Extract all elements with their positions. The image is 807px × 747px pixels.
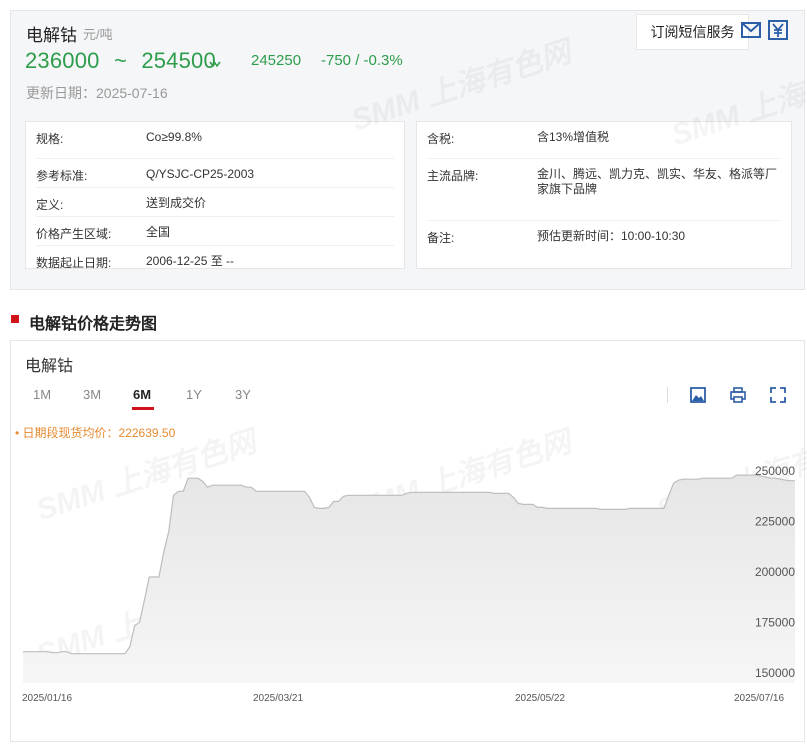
spec-row: 含税: 含13%增值税	[427, 130, 781, 159]
x-tick-label: 2025/05/22	[515, 693, 565, 704]
spec-value: Q/YSJC-CP25-2003	[146, 167, 255, 181]
product-title: 电解钴	[26, 26, 77, 45]
spec-row: 参考标准: Q/YSJC-CP25-2003	[36, 159, 394, 188]
spec-row: 定义: 送到成交价	[36, 188, 394, 217]
spec-row: 规格: Co≥99.8%	[36, 130, 394, 159]
x-tick-label: 2025/03/21	[253, 693, 303, 704]
spec-label: 价格产生区域:	[36, 227, 112, 241]
spec-label: 参考标准:	[36, 169, 88, 183]
section-marker	[11, 315, 19, 323]
spec-label: 规格:	[36, 132, 64, 146]
spec-label: 备注:	[427, 231, 455, 245]
price-area-fill	[23, 475, 795, 683]
y-tick-label: 200000	[755, 565, 795, 579]
spec-value: 全国	[146, 225, 171, 239]
price-high: 254500	[141, 48, 216, 73]
spec-table-right: 含税: 含13%增值税 主流品牌: 金川、腾远、凯力克、凯实、华友、格派等厂家旗…	[416, 121, 792, 269]
x-tick-label: 2025/01/16	[22, 693, 72, 704]
section-title: 电解钴价格走势图	[29, 316, 158, 333]
price-range: 236000 ~ 254500	[25, 48, 216, 74]
spec-value: 含13%增值税	[537, 130, 610, 144]
spec-label: 定义:	[36, 198, 64, 212]
price-separator: ~	[113, 48, 127, 73]
spec-value: 预估更新时间：10:00-10:30	[537, 229, 686, 243]
spec-label: 含税:	[427, 132, 455, 146]
spec-label: 数据起止日期:	[36, 256, 112, 270]
yuan-price-icon[interactable]	[767, 19, 789, 41]
spec-value: 金川、腾远、凯力克、凯实、华友、格派等厂家旗下品牌	[537, 167, 778, 196]
price-unit: 元/吨	[83, 27, 113, 42]
spec-label: 主流品牌:	[427, 169, 479, 183]
y-tick-label: 150000	[755, 666, 795, 680]
y-tick-label: 175000	[755, 615, 795, 629]
average-price: 245250	[251, 52, 302, 69]
price-summary-card: 电解钴 元/吨 236000 ~ 254500 245250 -750 / -0…	[10, 10, 807, 290]
spec-table-left: 规格: Co≥99.8% 参考标准: Q/YSJC-CP25-2003 定义: …	[25, 121, 405, 270]
down-trend-icon	[209, 61, 221, 68]
subscribe-sms-button[interactable]: 订阅短信服务	[636, 14, 749, 50]
price-change: -750 / -0.3%	[321, 52, 403, 69]
y-tick-label: 225000	[755, 515, 795, 529]
x-tick-label: 2025/07/16	[734, 693, 784, 704]
spec-row: 主流品牌: 金川、腾远、凯力克、凯实、华友、格派等厂家旗下品牌	[427, 159, 781, 221]
price-low: 236000	[25, 48, 100, 73]
spec-row: 价格产生区域: 全国	[36, 217, 394, 246]
spec-row: 备注: 预估更新时间：10:00-10:30	[427, 221, 781, 251]
spec-value: 送到成交价	[146, 196, 207, 210]
spec-value: Co≥99.8%	[146, 130, 202, 144]
y-tick-label: 250000	[755, 464, 795, 478]
spec-value: 2006-12-25 至 --	[146, 254, 235, 268]
price-chart-card: 电解钴 1M 3M 6M 1Y 3Y • 日期段现货均价：222639.50 S…	[10, 340, 807, 742]
price-area-chart: 150000 175000 200000 225000 250000 2025/01/16…	[22, 464, 795, 704]
update-date: 更新日期：2025-07-16	[26, 85, 168, 101]
spec-row: 数据起止日期: 2006-12-25 至 --	[36, 246, 394, 270]
mail-icon[interactable]	[740, 19, 762, 41]
